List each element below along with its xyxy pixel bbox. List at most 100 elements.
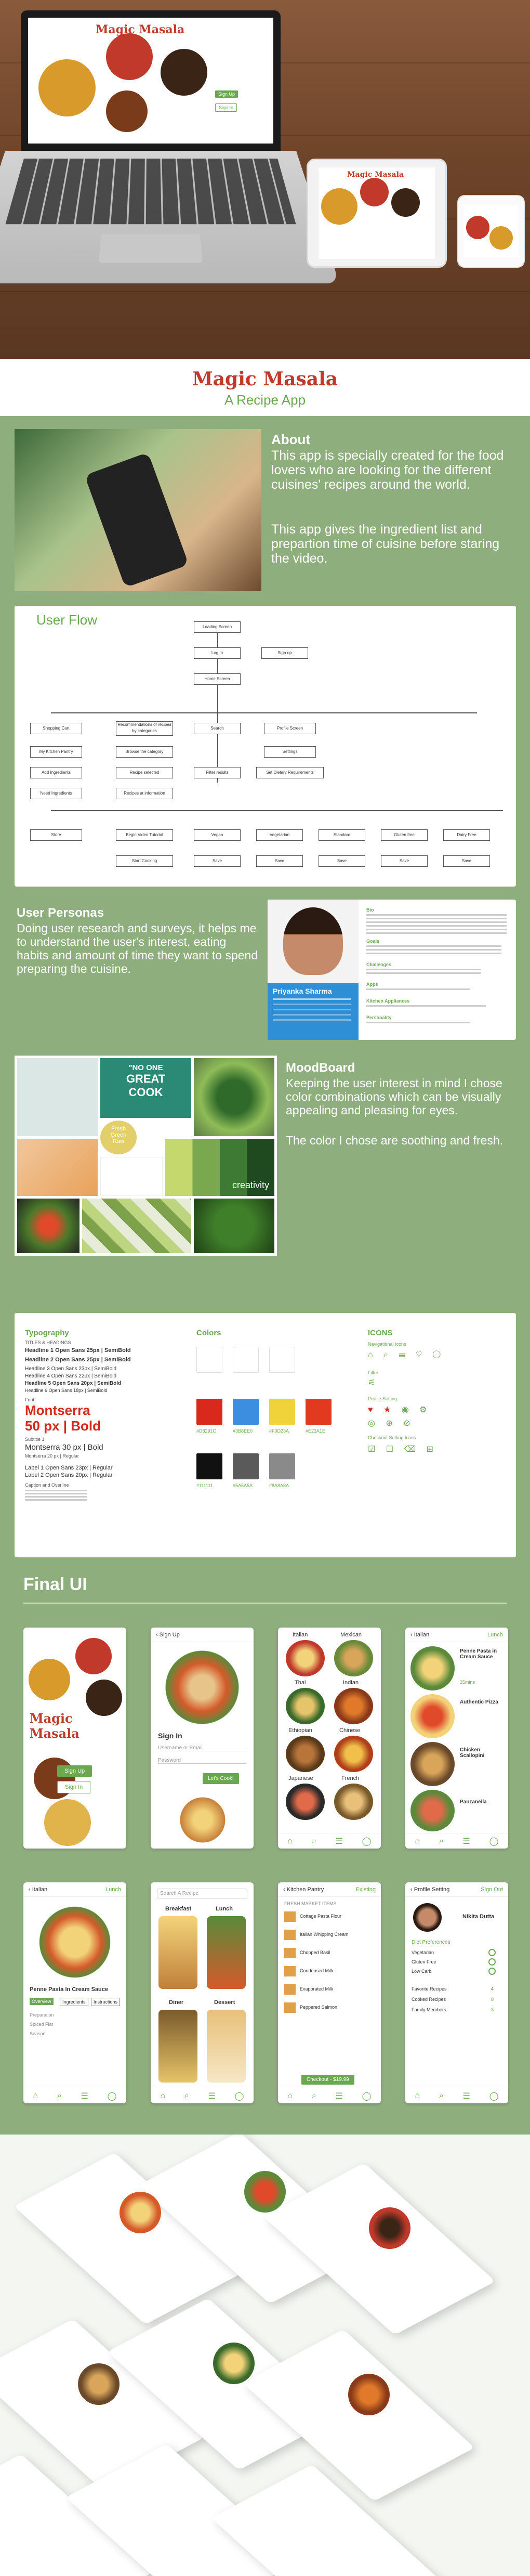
cuisine-mexican[interactable]: Mexican <box>340 1632 362 1638</box>
profile-icon[interactable]: ◯ <box>489 1836 499 1846</box>
search-icon[interactable]: ⌕ <box>312 1837 316 1846</box>
checkout-button[interactable]: Checkout - $19.99 <box>301 2075 354 2085</box>
item-scallopini[interactable]: Chicken Scallopini <box>460 1747 504 1759</box>
pantry-item-3[interactable]: Chopped Basil <box>300 1950 330 1955</box>
flow-node-save: Save <box>256 855 303 867</box>
about-heading: About <box>271 432 311 447</box>
diet-option-3[interactable]: Low Carb <box>412 1969 432 1974</box>
color-swatch-1 <box>196 1347 222 1373</box>
pantry-item-2[interactable]: Italian Whipping Cream <box>300 1932 349 1937</box>
flow-node-cart: Shopping Cart <box>30 723 82 734</box>
search-icon[interactable]: ⌕ <box>57 2091 62 2101</box>
cuisine-ethiopian[interactable]: Ethiopian <box>288 1727 312 1734</box>
cuisine-chinese[interactable]: Chinese <box>339 1727 360 1734</box>
username-field[interactable]: Username or Email <box>158 1745 246 1751</box>
color-swatch-black <box>196 1453 222 1479</box>
diet-option-1[interactable]: Vegetarian <box>412 1950 434 1955</box>
item-penne[interactable]: Penne Pasta in Cream Sauce <box>460 1648 504 1660</box>
home-icon[interactable]: ⌂ <box>160 2091 165 2101</box>
type-h4: Headline 4 Open Sans 22px | SemiBold <box>25 1373 117 1379</box>
recipe-line-2: Spiced Flat <box>30 2022 54 2027</box>
recipe-lunch-tab[interactable]: Lunch <box>105 1887 121 1893</box>
home-icon[interactable]: ⌂ <box>287 2091 293 2101</box>
cart-icon[interactable]: ☰ <box>463 2091 470 2101</box>
lunch-tab[interactable]: Lunch <box>487 1632 503 1638</box>
search-icon[interactable]: ⌕ <box>439 1837 444 1846</box>
cuisine-thai[interactable]: Thai <box>295 1680 306 1686</box>
flow-node-dietary: Set Dietary Requirements <box>256 767 324 778</box>
meal-breakfast[interactable]: Breakfast <box>165 1906 191 1912</box>
laptop-signin-button[interactable]: Sign In <box>215 103 237 112</box>
tab-ingredients[interactable]: Ingredients <box>60 1998 88 2006</box>
back-icon[interactable]: ‹ <box>283 1887 287 1893</box>
home-icon[interactable]: ⌂ <box>415 2091 420 2101</box>
profile-icon[interactable]: ◯ <box>108 2091 117 2101</box>
item-pizza[interactable]: Authentic Pizza <box>460 1699 504 1705</box>
back-icon[interactable]: ‹ <box>410 1887 414 1893</box>
family-members-row[interactable]: Family Members <box>412 2007 446 2012</box>
cart-icon[interactable]: ☰ <box>208 2091 216 2101</box>
diet-option-2[interactable]: Gluten Free <box>412 1959 436 1964</box>
home-icon[interactable]: ⌂ <box>33 2091 38 2101</box>
cart-icon[interactable]: ☰ <box>336 2091 343 2101</box>
profile-icon[interactable]: ◯ <box>362 1836 372 1846</box>
profile-header-text: Profile Setting <box>414 1887 450 1893</box>
cooked-recipes-row[interactable]: Cooked Recipes <box>412 1997 446 2002</box>
chili-spice-image <box>106 33 153 80</box>
meal-diner[interactable]: Diner <box>169 1999 183 2006</box>
cuisine-italian[interactable]: Italian <box>293 1632 308 1638</box>
search-icon[interactable]: ⌕ <box>184 2091 189 2101</box>
signout-link[interactable]: Sign Out <box>481 1887 503 1893</box>
profile-icon[interactable]: ◯ <box>362 2091 372 2101</box>
cuisine-japanese[interactable]: Japanese <box>288 1775 313 1781</box>
diet-checkbox-1[interactable] <box>488 1949 496 1956</box>
screen-signup: ‹ Sign Up Sign In Username or Email Pass… <box>151 1628 254 1849</box>
home-icon[interactable]: ⌂ <box>415 1837 420 1846</box>
search-icon[interactable]: ⌕ <box>312 2091 316 2101</box>
profile-icon[interactable]: ◯ <box>235 2091 244 2101</box>
existing-tab[interactable]: Existing <box>355 1887 376 1893</box>
caption-label: Caption and Overline <box>25 1482 69 1488</box>
cuisine-french[interactable]: French <box>341 1775 359 1781</box>
diet-checkbox-3[interactable] <box>488 1968 496 1975</box>
subtitle-font: Montserra 30 px | Bold <box>25 1443 103 1452</box>
search-icon[interactable]: ⌕ <box>439 2091 444 2101</box>
meal-lunch[interactable]: Lunch <box>216 1906 233 1912</box>
search-recipe-input[interactable]: Search A Recipe <box>157 1889 247 1898</box>
cart-icon[interactable]: ☰ <box>336 1836 343 1846</box>
diet-checkbox-2[interactable] <box>488 1958 496 1966</box>
laptop-signup-button[interactable]: Sign Up <box>215 90 239 98</box>
profile-icon[interactable]: ◯ <box>489 2091 499 2101</box>
profile-avatar <box>413 1903 442 1932</box>
back-icon[interactable]: ‹ <box>29 1887 32 1893</box>
cart-icon[interactable]: ☰ <box>81 2091 88 2101</box>
color-swatch-yellow <box>269 1399 295 1425</box>
pantry-header-text: Kitchen Pantry <box>286 1887 324 1893</box>
pantry-item-5[interactable]: Evaporated Milk <box>300 1986 334 1992</box>
colors-heading: Colors <box>196 1329 221 1337</box>
laptop-mockup: Magic Masala Sign Up Sign In <box>21 10 281 151</box>
pantry-item-4[interactable]: Condensed Milk <box>300 1968 334 1973</box>
lets-cook-button[interactable]: Let's Cook! <box>203 1773 239 1784</box>
font-label: Font <box>25 1397 35 1402</box>
back-icon[interactable]: ‹ <box>156 1632 160 1638</box>
flow-node-login: Log In <box>194 647 241 659</box>
cart-icon[interactable]: ☰ <box>463 1836 470 1846</box>
home-icon[interactable]: ⌂ <box>287 1837 293 1846</box>
favorite-recipes-row[interactable]: Favorite Recipes <box>412 1986 447 1992</box>
splash-signup-button[interactable]: Sign Up <box>57 1765 92 1777</box>
back-icon[interactable]: ‹ <box>410 1632 414 1638</box>
splash-signin-button[interactable]: Sign In <box>57 1781 91 1793</box>
type-h3: Headline 3 Open Sans 23px | SemiBold <box>25 1366 117 1372</box>
cuisine-indian[interactable]: Indian <box>343 1680 359 1686</box>
bottom-tabbar: ⌂ ⌕ ☰ ◯ <box>23 2088 126 2103</box>
password-field[interactable]: Password <box>158 1758 246 1764</box>
item-panzanella[interactable]: Panzanella <box>460 1799 504 1805</box>
pantry-item-6[interactable]: Peppered Salmon <box>300 2005 337 2010</box>
mood-quote-line2: GREAT <box>126 1072 166 1085</box>
tab-instructions[interactable]: Instructions <box>91 1998 121 2006</box>
subtitle-label: Subtitle 1 <box>25 1437 45 1442</box>
pantry-item-1[interactable]: Cottage Pasta Flour <box>300 1914 341 1919</box>
tab-overview[interactable]: Overview <box>30 1998 54 2005</box>
meal-dessert[interactable]: Dessert <box>214 1999 235 2006</box>
